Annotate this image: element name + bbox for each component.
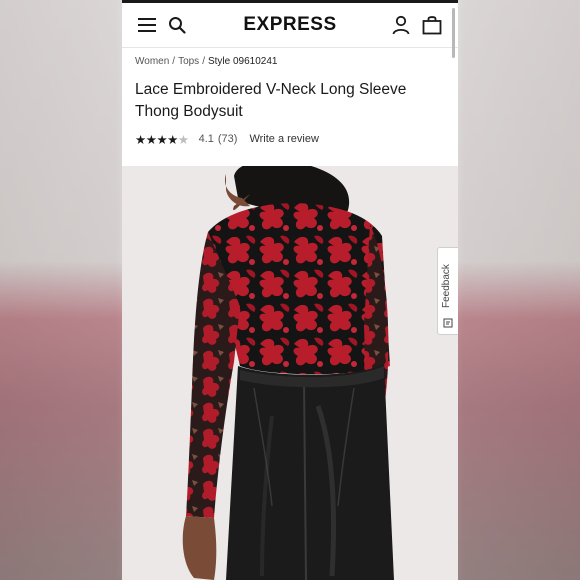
star-icon: ★ [156,132,168,147]
product-title: Lace Embroidered V-Neck Long Sleeve Thon… [135,81,407,120]
product-image[interactable] [122,160,458,580]
star-rating[interactable]: ★★★★★ [135,132,189,147]
product-rating: ★★★★★ 4.1 (73) Write a review [135,131,319,147]
star-icon: ★ [135,132,146,147]
background-right-blur [458,0,580,580]
search-icon[interactable] [168,16,186,34]
account-icon[interactable] [392,15,410,35]
star-icon: ★ [167,132,178,147]
breadcrumb-separator: / [172,56,176,67]
feedback-icon [443,318,453,328]
scrollbar[interactable] [452,8,455,58]
style-number: Style 09610241 [207,56,278,67]
mobile-page: EXPRESS Women / Tops / Style 09610241 Lace E… [122,0,458,580]
star-icon: ★ [177,132,189,147]
write-review-link[interactable]: Write a review [249,133,318,145]
brand-logo[interactable]: EXPRESS [232,14,348,36]
feedback-tab[interactable]: Feedback [437,247,458,335]
rating-value: 4.1 [198,133,214,145]
breadcrumb-separator: / [202,56,205,67]
star-icon: ★ [145,132,157,147]
breadcrumb-women[interactable]: Women [135,56,169,67]
background-left-blur [0,0,122,580]
review-count[interactable]: (73) [218,133,238,145]
breadcrumb-tops[interactable]: Tops [178,56,199,67]
breadcrumb: Women / Tops / Style 09610241 [135,56,277,67]
feedback-label: Feedback [441,264,452,308]
site-header: EXPRESS [122,3,458,48]
bag-icon[interactable] [422,15,442,35]
menu-icon[interactable] [138,17,156,33]
model-photo [122,160,458,580]
